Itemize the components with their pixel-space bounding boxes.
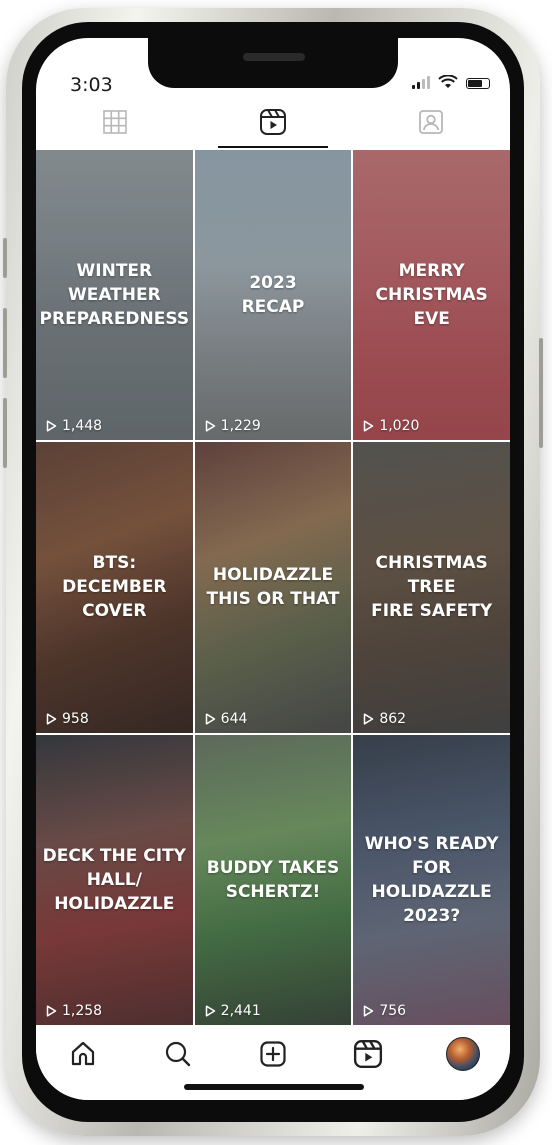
- play-icon: [364, 1005, 374, 1017]
- play-icon: [205, 420, 215, 432]
- view-count-label: 958: [62, 710, 89, 727]
- nav-reels[interactable]: [348, 1034, 388, 1074]
- play-icon: [46, 1005, 57, 1017]
- reel-view-count: 756: [363, 1003, 406, 1019]
- reel-tile[interactable]: BUDDY TAKES SCHERTZ! 2,441: [194, 734, 352, 1025]
- reel-view-count: 1,448: [46, 418, 102, 434]
- wifi-icon: [438, 75, 458, 88]
- profile-tabs: [36, 96, 510, 148]
- reel-view-count: 958: [46, 711, 89, 727]
- reel-tile[interactable]: HOLIDAZZLE THIS OR THAT 644: [194, 442, 352, 733]
- reel-tile[interactable]: WHO'S READY FOR HOLIDAZZLE 2023? 756: [353, 734, 510, 1025]
- reel-tile[interactable]: DECK THE CITY HALL/ HOLIDAZZLE 1,258: [36, 734, 193, 1025]
- phone-frame: 3:03 WINTER WEATHER PREPAREDNESS 1,448 2…: [3, 8, 543, 1136]
- play-icon: [205, 713, 215, 725]
- play-icon: [46, 420, 57, 432]
- reels-icon: [260, 109, 286, 135]
- play-icon: [364, 420, 374, 432]
- nav-search[interactable]: [158, 1034, 198, 1074]
- reel-view-count: 644: [205, 710, 248, 727]
- reel-view-count: 2,441: [205, 1003, 261, 1019]
- view-count-label: 1,258: [62, 1003, 103, 1019]
- plus-square-icon: [260, 1041, 286, 1067]
- play-icon: [364, 713, 374, 725]
- reel-title: DECK THE CITY HALL/ HOLIDAZZLE: [42, 845, 186, 914]
- tab-reels[interactable]: [194, 96, 352, 148]
- view-count-label: 1,448: [62, 418, 103, 435]
- view-count-label: 2,441: [220, 1003, 261, 1019]
- status-time: 3:03: [70, 74, 113, 96]
- view-count-label: 756: [379, 1003, 407, 1019]
- search-icon: [166, 1041, 191, 1067]
- reels-grid: WINTER WEATHER PREPAREDNESS 1,448 2023 REC…: [36, 150, 510, 1025]
- avatar: [445, 1037, 480, 1071]
- view-count-label: 862: [379, 710, 407, 727]
- view-count-label: 644: [220, 710, 248, 727]
- screen: 3:03 WINTER WEATHER PREPAREDNESS 1,448 2…: [36, 38, 510, 1100]
- status-icons: [412, 75, 490, 89]
- reel-tile[interactable]: 2023 RECAP 1,229: [194, 150, 352, 441]
- tab-grid[interactable]: [36, 96, 194, 148]
- volume-up-button: [3, 308, 7, 378]
- mute-switch: [3, 238, 7, 278]
- tagged-icon: [419, 110, 443, 134]
- home-icon: [72, 1041, 95, 1066]
- view-count-label: 1,229: [220, 418, 261, 435]
- reel-title: WINTER WEATHER PREPAREDNESS: [39, 261, 190, 330]
- grid-icon: [103, 110, 127, 134]
- reel-title: 2023 RECAP: [241, 273, 305, 318]
- reel-view-count: 1,229: [205, 418, 261, 434]
- reel-title: BUDDY TAKES SCHERTZ!: [206, 857, 340, 902]
- notch: [148, 38, 398, 88]
- volume-down-button: [3, 398, 7, 468]
- nav-home[interactable]: [63, 1034, 103, 1074]
- play-icon: [205, 1005, 215, 1017]
- signal-icon: [412, 76, 430, 89]
- reel-tile[interactable]: MERRY CHRISTMAS EVE 1,020: [353, 150, 510, 441]
- nav-create[interactable]: [253, 1034, 293, 1074]
- reels-icon: [353, 1039, 382, 1069]
- reel-view-count: 862: [363, 711, 406, 727]
- view-count-label: 1,020: [379, 418, 420, 435]
- reel-tile[interactable]: WINTER WEATHER PREPAREDNESS 1,448: [36, 150, 193, 441]
- reel-title: CHRISTMAS TREE FIRE SAFETY: [371, 553, 493, 622]
- reel-title: HOLIDAZZLE THIS OR THAT: [206, 565, 340, 610]
- reel-view-count: 1,258: [46, 1003, 102, 1019]
- nav-profile[interactable]: [443, 1034, 483, 1074]
- reel-title: WHO'S READY FOR HOLIDAZZLE 2023?: [364, 833, 499, 926]
- power-button: [539, 338, 543, 448]
- reel-title: BTS: DECEMBER COVER: [62, 553, 167, 622]
- tab-tagged[interactable]: [352, 96, 510, 148]
- reel-tile[interactable]: CHRISTMAS TREE FIRE SAFETY 862: [353, 442, 510, 733]
- speaker: [243, 53, 305, 61]
- reel-title: MERRY CHRISTMAS EVE: [375, 261, 488, 330]
- reel-view-count: 1,020: [363, 418, 419, 434]
- battery-icon: [466, 78, 490, 89]
- home-indicator[interactable]: [184, 1084, 364, 1090]
- reel-tile[interactable]: BTS: DECEMBER COVER 958: [36, 442, 193, 733]
- play-icon: [46, 713, 57, 725]
